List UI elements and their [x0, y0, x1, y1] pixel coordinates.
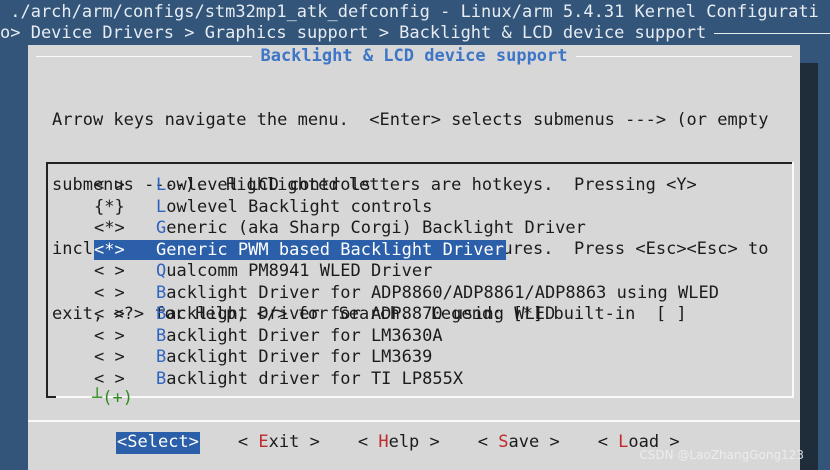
- menu-item-qualcomm-wled[interactable]: < > Qualcomm PM8941 WLED Driver: [94, 261, 719, 283]
- select-button[interactable]: <Select>: [116, 432, 200, 454]
- option-state-marker[interactable]: < >: [94, 283, 156, 305]
- hotkey-letter: G: [156, 239, 167, 260]
- menu-item-lm3630a[interactable]: < > Backlight Driver for LM3630A: [94, 326, 719, 348]
- option-state-marker[interactable]: < >: [94, 304, 156, 326]
- menu-item-label: owlevel LCD controls: [166, 175, 371, 195]
- menu-item-lp855x[interactable]: < > Backlight driver for TI LP855X: [94, 369, 719, 391]
- hotkey-letter: B: [156, 304, 167, 324]
- hotkey-letter: B: [156, 325, 167, 346]
- option-state-marker[interactable]: < >: [94, 175, 156, 197]
- scroll-more-indicator[interactable]: ┴(+): [92, 388, 133, 410]
- menu-item-label: eneric (aka Sharp Corgi) Backlight Drive…: [166, 218, 586, 238]
- exit-button[interactable]: < Exit >: [238, 432, 320, 454]
- menu-item-label: acklight Driver for ADP8870 using WLED: [166, 304, 556, 324]
- menu-item-label: acklight Driver for LM3630A: [166, 325, 443, 346]
- option-state-marker[interactable]: < >: [94, 347, 156, 369]
- breadcrumb-text: o> Device Drivers > Graphics support > B…: [0, 23, 707, 43]
- menu-item-lowlevel-lcd[interactable]: < > Lowlevel LCD controls: [94, 175, 719, 197]
- breadcrumb: o> Device Drivers > Graphics support > B…: [0, 23, 830, 45]
- menu-item-generic-corgi[interactable]: <*> Generic (aka Sharp Corgi) Backlight …: [94, 218, 719, 240]
- dialog-title-text: Backlight & LCD device support: [252, 46, 576, 66]
- hotkey-letter: G: [156, 218, 167, 238]
- menu-item-lowlevel-backlight[interactable]: {*} Lowlevel Backlight controls: [94, 197, 719, 219]
- hotkey-letter: L: [156, 175, 167, 195]
- breadcrumb-rule: [714, 32, 830, 34]
- dialog-shadow: [800, 63, 818, 470]
- button-bar: <Select> < Exit > < Help > < Save > < Load >: [116, 432, 718, 454]
- menu-item-label: ualcomm PM8941 WLED Driver: [166, 261, 433, 281]
- option-state-marker[interactable]: {*}: [94, 197, 156, 219]
- hotkey-letter: B: [156, 347, 167, 367]
- menu-item-label: acklight Driver for LM3639: [166, 347, 433, 367]
- menu-item-lm3639[interactable]: < > Backlight Driver for LM3639: [94, 347, 719, 369]
- window-title: ./arch/arm/configs/stm32mp1_atk_defconfi…: [0, 2, 819, 22]
- option-state-marker[interactable]: < >: [94, 369, 156, 391]
- button-divider: [28, 420, 800, 422]
- save-button[interactable]: < Save >: [478, 432, 560, 454]
- watermark: CSDN @LaoZhangGong123: [639, 448, 804, 462]
- help-button[interactable]: < Help >: [358, 432, 440, 454]
- menu-item-adp8860[interactable]: < > Backlight Driver for ADP8860/ADP8861/…: [94, 283, 719, 305]
- option-state-marker[interactable]: <*>: [94, 240, 156, 262]
- option-state-marker[interactable]: < >: [94, 261, 156, 283]
- selection-highlight[interactable]: <*> Generic PWM based Backlight Driver: [94, 239, 507, 262]
- dialog-title: Backlight & LCD device support: [28, 45, 800, 67]
- hotkey-letter: Q: [156, 261, 167, 281]
- menu-item-generic-pwm[interactable]: <*> Generic PWM based Backlight Driver: [94, 239, 719, 262]
- menu-item-label: acklight driver for TI LP855X: [166, 368, 464, 389]
- menu-item-adp8870[interactable]: < > Backlight Driver for ADP8870 using WL…: [94, 304, 719, 326]
- option-state-marker[interactable]: <*>: [94, 218, 156, 240]
- menu-item-label: owlevel Backlight controls: [166, 196, 433, 217]
- hotkey-letter: B: [156, 368, 167, 389]
- hotkey-letter: B: [156, 282, 167, 303]
- hotkey-letter: L: [156, 196, 167, 217]
- menu-item-label: eneric PWM based Backlight Driver: [166, 239, 505, 260]
- menu-item-label: acklight Driver for ADP8860/ADP8861/ADP8…: [166, 282, 719, 303]
- menu-list: < > Lowlevel LCD controls {*} Lowlevel Bac…: [94, 175, 719, 390]
- option-state-marker[interactable]: < >: [94, 326, 156, 348]
- help-line: Arrow keys navigate the menu. <Enter> se…: [52, 110, 769, 130]
